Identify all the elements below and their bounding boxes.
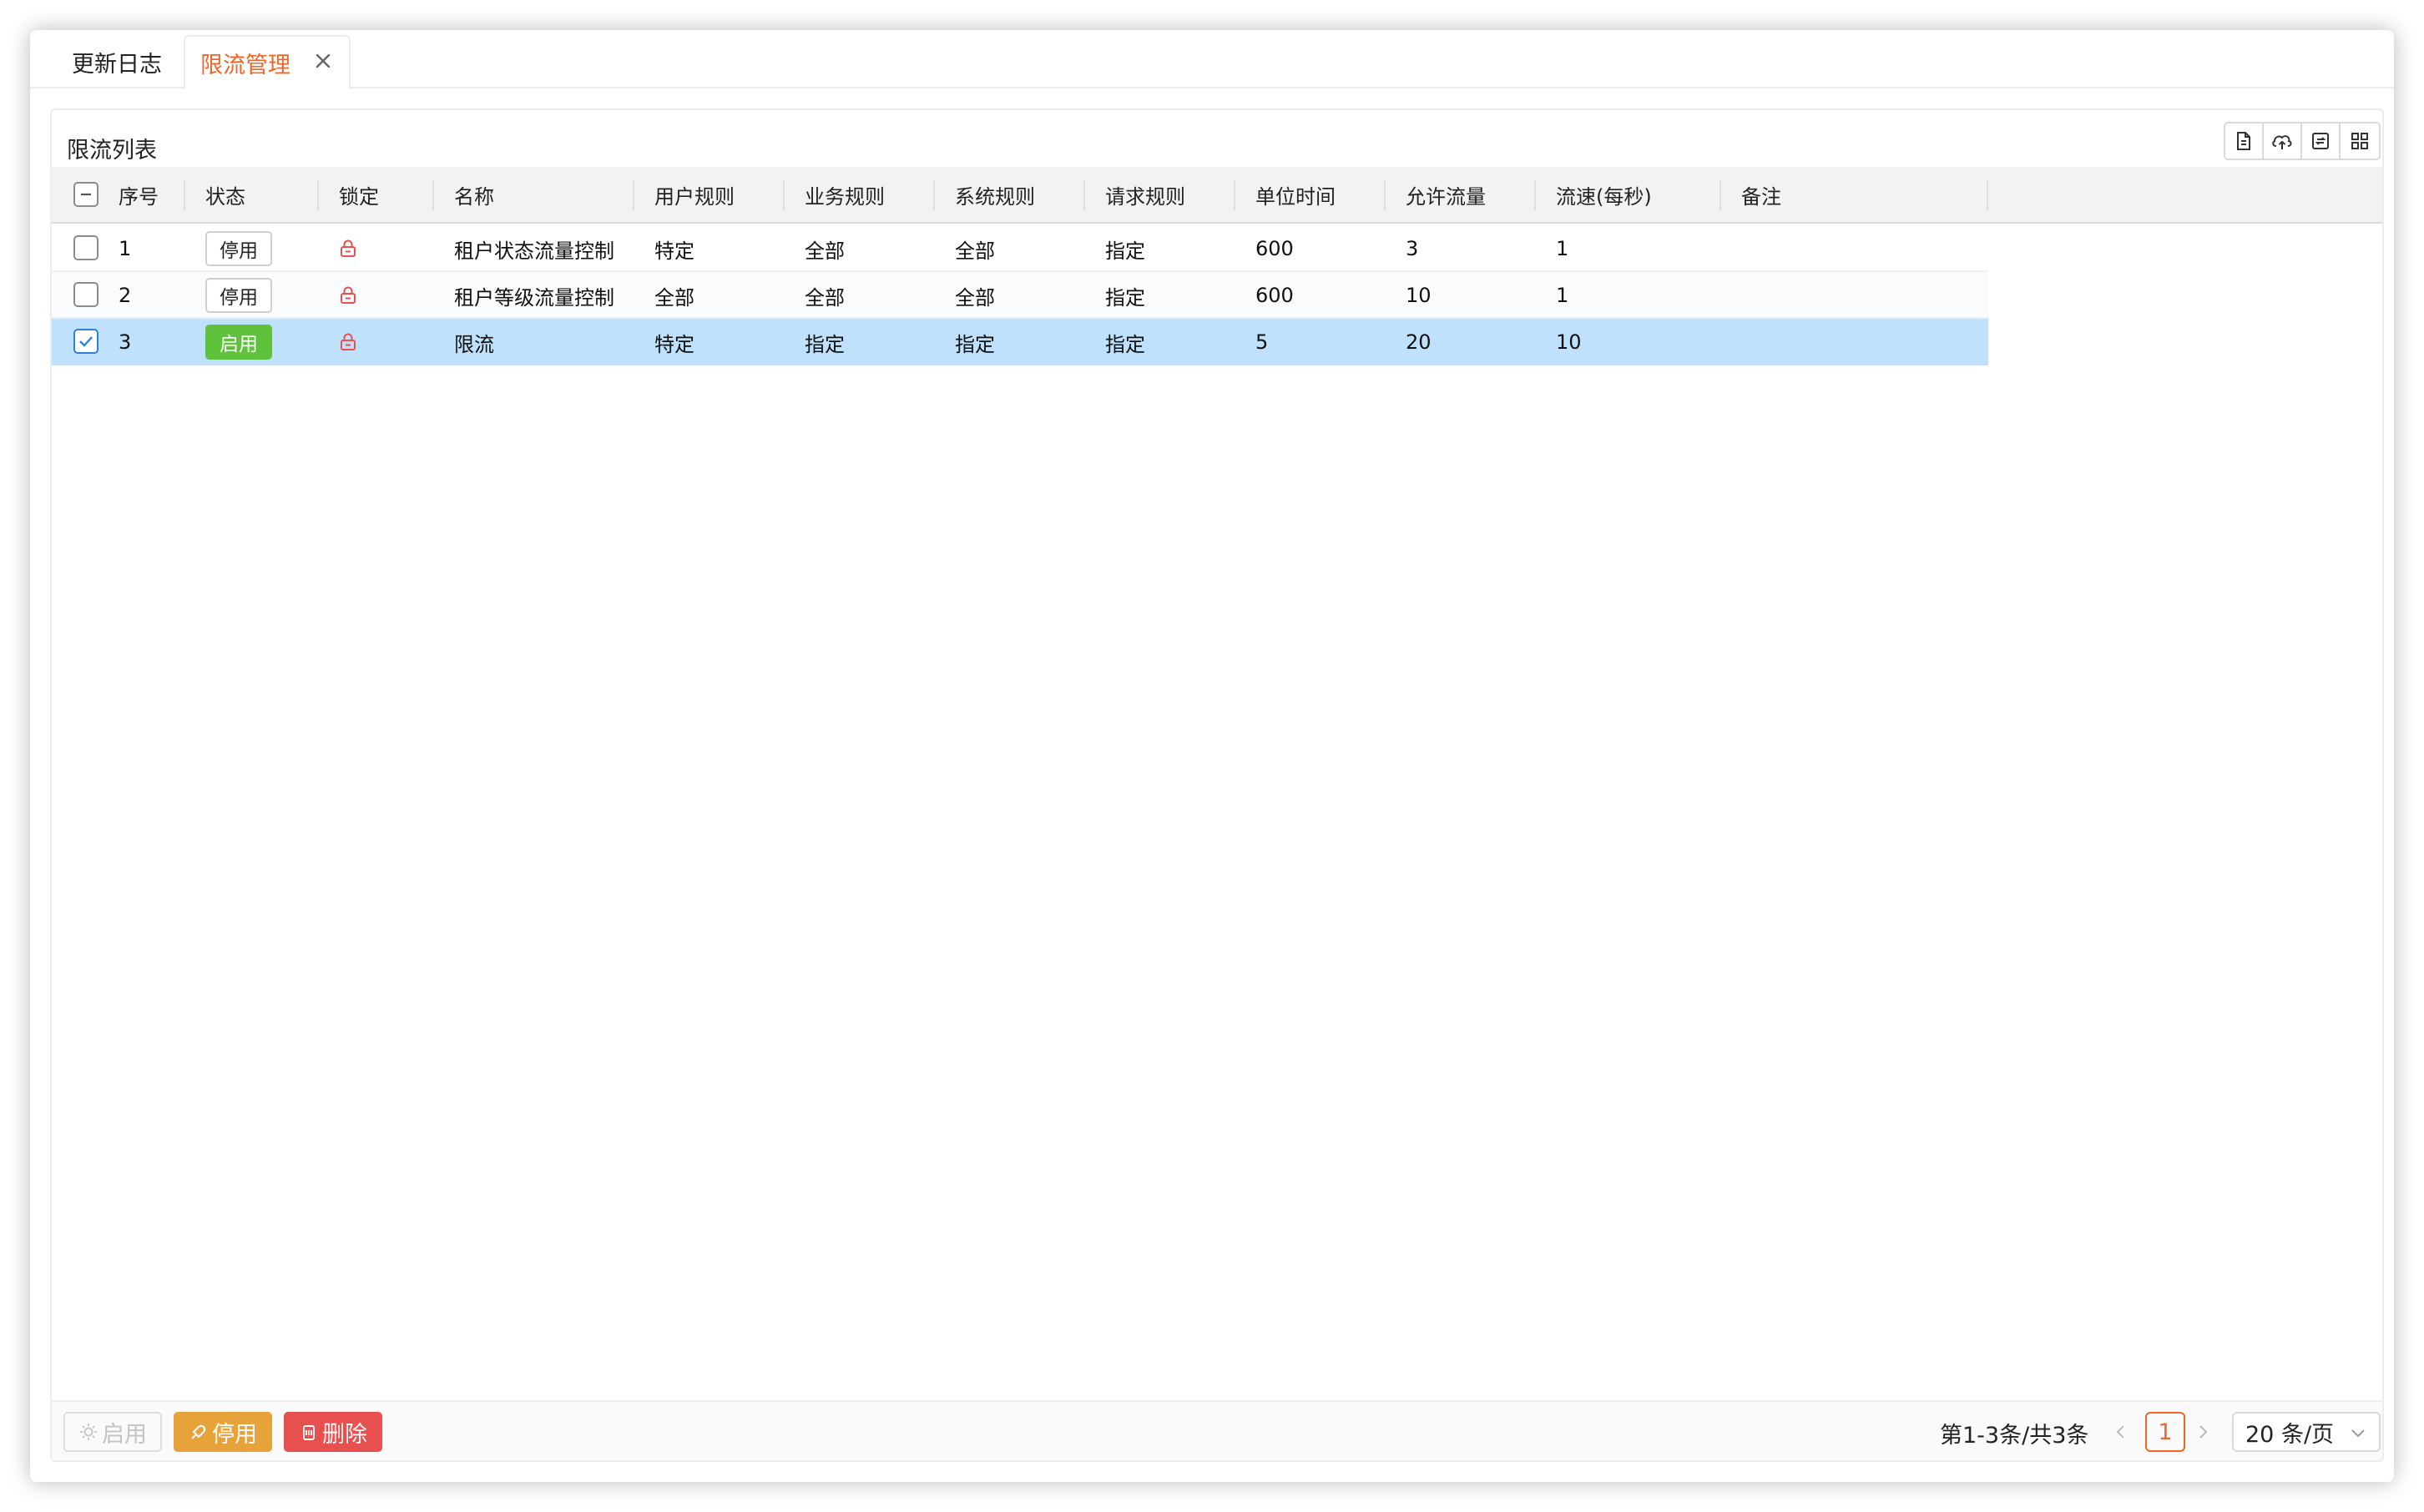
lock-icon[interactable]	[339, 225, 357, 272]
page-size-select[interactable]: 20 条/页	[2232, 1412, 2381, 1452]
cell-rate: 10	[1556, 330, 1582, 354]
plug-icon	[191, 1424, 206, 1439]
column-header-user-rule[interactable]: 用户规则	[654, 167, 735, 222]
tab-label: 更新日志	[72, 51, 162, 78]
current-page[interactable]: 1	[2145, 1412, 2185, 1452]
table-row[interactable]: 3 启用 限流 特定 指定 指定 指定 5 20 10	[52, 319, 1988, 365]
cell-allowed: 3	[1406, 237, 1419, 260]
tab-changelog[interactable]: 更新日志	[57, 35, 182, 88]
cell-name: 限流	[454, 332, 494, 356]
column-header-locked[interactable]: 锁定	[339, 167, 379, 222]
lock-icon[interactable]	[339, 319, 357, 365]
cell-req-rule: 指定	[1105, 285, 1145, 310]
table-toolbar	[2224, 122, 2381, 160]
disable-label: 停用	[212, 1421, 257, 1448]
enable-label: 启用	[102, 1421, 147, 1448]
delete-label: 删除	[322, 1421, 367, 1448]
cell-sys-rule: 全部	[955, 239, 995, 263]
cell-sys-rule: 指定	[955, 332, 995, 356]
grid-icon[interactable]	[2341, 123, 2379, 159]
cell-user-rule: 特定	[654, 332, 694, 356]
delete-button[interactable]: 删除	[284, 1412, 382, 1452]
status-toggle-button[interactable]: 启用	[205, 325, 272, 360]
enable-button[interactable]: 启用	[63, 1412, 162, 1452]
cell-sys-rule: 全部	[955, 285, 995, 310]
column-divider[interactable]	[184, 180, 185, 210]
cell-rate: 1	[1556, 237, 1569, 260]
table-footer: 启用 停用 删除 第1-3条/共3条 1 20 条/页	[52, 1400, 2382, 1460]
column-header-biz-rule[interactable]: 业务规则	[805, 167, 885, 222]
column-divider[interactable]	[783, 180, 785, 210]
cell-unit-time: 600	[1255, 284, 1294, 307]
column-header-allowed[interactable]: 允许流量	[1406, 167, 1486, 222]
cell-biz-rule: 全部	[805, 239, 845, 263]
column-divider[interactable]	[432, 180, 434, 210]
tab-bar: 更新日志 限流管理	[30, 30, 2394, 90]
chevron-left-icon[interactable]	[2108, 1419, 2134, 1445]
refresh-icon[interactable]	[2302, 123, 2341, 159]
chevron-right-icon[interactable]	[2190, 1419, 2215, 1445]
column-header-note[interactable]: 备注	[1741, 167, 1781, 222]
column-header-status[interactable]: 状态	[205, 167, 245, 222]
tab-rate-limit[interactable]: 限流管理	[184, 35, 351, 90]
cell-no: 3	[119, 330, 132, 354]
cell-unit-time: 600	[1255, 237, 1294, 260]
column-divider[interactable]	[1083, 180, 1085, 210]
column-header-req-rule[interactable]: 请求规则	[1105, 167, 1185, 222]
column-divider[interactable]	[633, 180, 634, 210]
cell-no: 2	[119, 284, 132, 307]
select-all-checkbox[interactable]	[73, 182, 98, 207]
export-file-icon[interactable]	[2225, 123, 2264, 159]
row-checkbox[interactable]	[73, 235, 98, 260]
pagination-summary: 第1-3条/共3条	[1940, 1423, 2089, 1449]
column-header-unit-time[interactable]: 单位时间	[1255, 167, 1336, 222]
status-toggle-button[interactable]: 停用	[205, 278, 272, 313]
cell-rate: 1	[1556, 284, 1569, 307]
row-checkbox[interactable]	[73, 329, 98, 354]
table-row[interactable]: 1 停用 租户状态流量控制 特定 全部 全部 指定 600 3 1	[52, 225, 1988, 272]
table-header: 序号 状态 锁定 名称 用户规则 业务规则 系统规则 请求规则 单位时间 允许流…	[52, 167, 2382, 224]
cell-biz-rule: 全部	[805, 285, 845, 310]
column-header-rate[interactable]: 流速(每秒)	[1556, 167, 1652, 222]
cell-allowed: 20	[1406, 330, 1432, 354]
cell-req-rule: 指定	[1105, 239, 1145, 263]
column-divider[interactable]	[1384, 180, 1386, 210]
row-checkbox[interactable]	[73, 282, 98, 307]
column-divider[interactable]	[1234, 180, 1235, 210]
cell-allowed: 10	[1406, 284, 1432, 307]
cell-name: 租户状态流量控制	[454, 239, 614, 263]
cloud-icon[interactable]	[2264, 123, 2302, 159]
cell-user-rule: 特定	[654, 239, 694, 263]
app-window: 更新日志 限流管理 限流列表 序号 状态 锁定 名称 用户规则 业务规则 系统规…	[30, 30, 2394, 1482]
cell-req-rule: 指定	[1105, 332, 1145, 356]
column-divider[interactable]	[1720, 180, 1721, 210]
column-divider[interactable]	[933, 180, 935, 210]
column-header-name[interactable]: 名称	[454, 167, 494, 222]
page-size-value: 20 条/页	[2245, 1421, 2335, 1448]
status-toggle-button[interactable]: 停用	[205, 231, 272, 266]
column-header-sys-rule[interactable]: 系统规则	[955, 167, 1035, 222]
column-divider[interactable]	[1534, 180, 1536, 210]
column-divider[interactable]	[317, 180, 319, 210]
column-divider[interactable]	[1987, 180, 1988, 210]
cell-no: 1	[119, 237, 132, 260]
trash-icon	[303, 1425, 315, 1440]
cell-biz-rule: 指定	[805, 332, 845, 356]
cell-name: 租户等级流量控制	[454, 285, 614, 310]
close-icon[interactable]	[311, 48, 336, 73]
table-row[interactable]: 2 停用 租户等级流量控制 全部 全部 全部 指定 600 10 1	[52, 272, 1988, 319]
disable-button[interactable]: 停用	[174, 1412, 272, 1452]
tab-label: 限流管理	[200, 52, 290, 78]
lock-icon[interactable]	[339, 272, 357, 319]
chevron-down-icon	[2351, 1429, 2365, 1438]
panel-title: 限流列表	[67, 138, 157, 164]
sun-icon	[80, 1424, 97, 1440]
cell-unit-time: 5	[1255, 330, 1269, 354]
rate-limit-panel: 限流列表 序号 状态 锁定 名称 用户规则 业务规则 系统规则 请求规则 单位时…	[50, 108, 2384, 1462]
column-header-no[interactable]: 序号	[119, 167, 159, 222]
cell-user-rule: 全部	[654, 285, 694, 310]
